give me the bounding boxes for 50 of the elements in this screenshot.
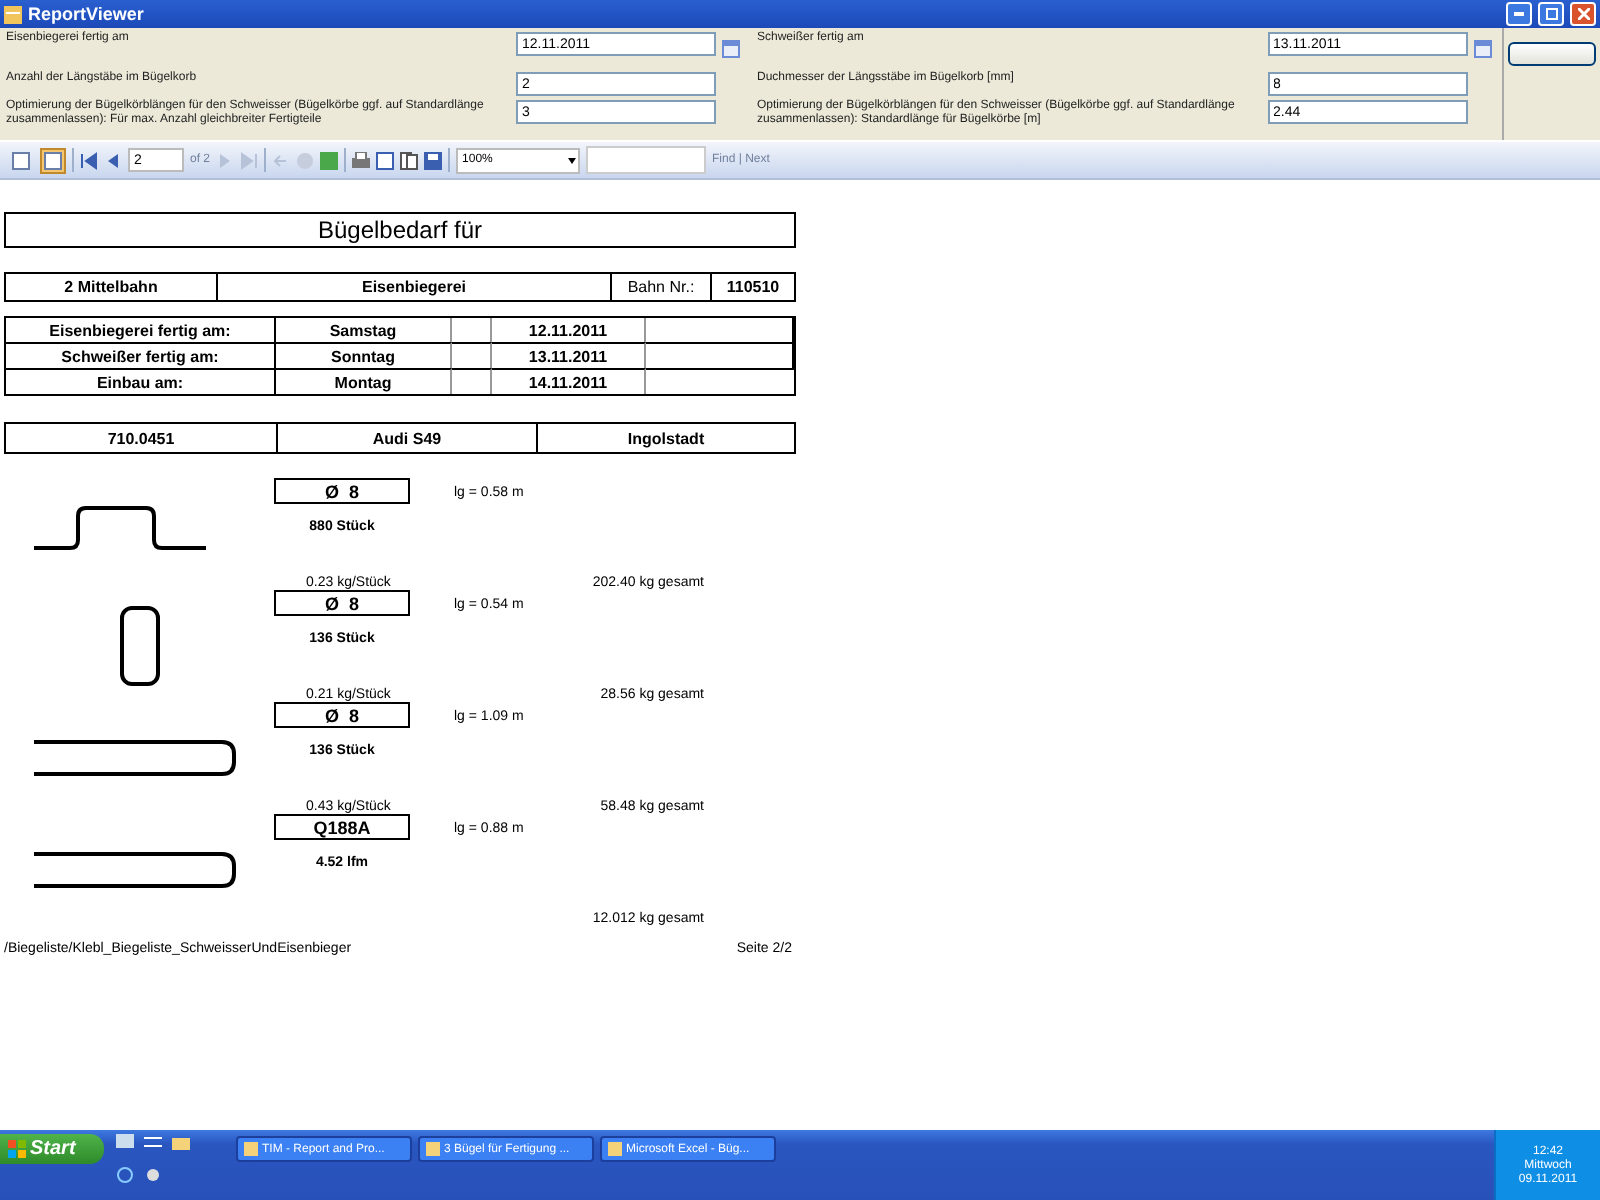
previous-page-icon[interactable] (104, 151, 122, 169)
minimize-button[interactable] (1506, 2, 1532, 26)
close-button[interactable] (1570, 2, 1596, 26)
table-cell: 710.0451 (6, 424, 278, 452)
print-icon[interactable] (352, 151, 371, 169)
table-cell: Sonntag (276, 342, 452, 368)
table-cell: Eisenbiegerei fertig am: (6, 318, 276, 342)
minimize-icon (1514, 12, 1524, 16)
page-setup-icon[interactable] (400, 151, 419, 169)
table-cell: Eisenbiegerei (218, 274, 612, 300)
search-field[interactable] (586, 146, 707, 174)
app-icon (4, 5, 22, 23)
bar-size-label: Q188A (274, 814, 410, 840)
table-cell: 13.11.2011 (492, 342, 646, 368)
table-cell: 14.11.2011 (492, 368, 646, 394)
table-cell: Schweißer fertig am: (6, 342, 276, 368)
table-cell-text: 110510 (724, 276, 782, 300)
restore-button[interactable] (1538, 2, 1564, 26)
view-report-button[interactable] (1508, 42, 1596, 66)
app-icon (608, 1142, 622, 1156)
restore-icon (1545, 8, 1557, 20)
bar-size-label: Ø 8 (274, 702, 410, 728)
table-cell: Einbau am: (6, 368, 276, 394)
table-cell: Bahn Nr.: (612, 274, 712, 300)
bar-size-label: Ø 8 (274, 478, 410, 504)
report-title: Bügelbedarf für (4, 212, 796, 248)
parameters-button[interactable] (40, 147, 66, 173)
loop-bar-drawing (117, 604, 161, 688)
desktop-icon[interactable] (116, 1134, 134, 1152)
first-page-icon[interactable] (80, 151, 98, 169)
table-cell: 12.11.2011 (492, 318, 646, 342)
bar-size-label: Ø 8 (274, 590, 410, 616)
save-icon[interactable] (424, 151, 443, 169)
app-icon (244, 1142, 258, 1156)
document-map-button[interactable] (8, 147, 34, 173)
browser-icon[interactable] (116, 1166, 134, 1184)
table-cell-text: Ingolstadt (625, 427, 707, 452)
close-icon (1577, 8, 1589, 20)
folder-icon[interactable] (172, 1134, 190, 1152)
table-cell: Montag (276, 368, 452, 394)
print-layout-icon[interactable] (376, 151, 395, 169)
table-cell: Audi S49 (278, 424, 538, 452)
calendar-icon[interactable] (722, 40, 740, 58)
table-cell: 2 Mittelbahn (6, 274, 218, 300)
app-icon (426, 1142, 440, 1156)
empty-table-cell (452, 342, 492, 368)
table-cell: Samstag (276, 318, 452, 342)
windows-logo-icon (8, 1140, 26, 1158)
window-title: ReportViewer (28, 4, 146, 24)
calendar-icon[interactable] (1473, 40, 1491, 58)
